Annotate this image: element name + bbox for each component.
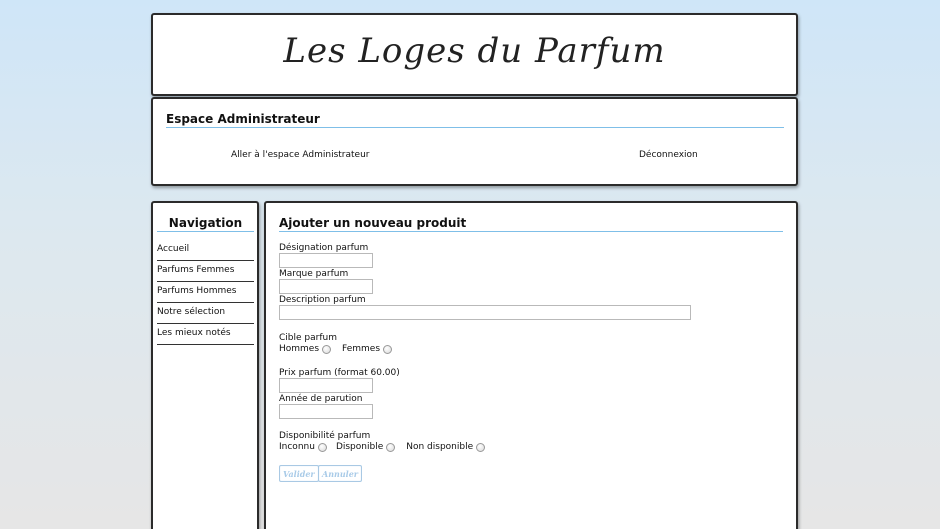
dispo-non-disponible-radio[interactable] bbox=[476, 442, 486, 452]
cible-label: Cible parfum bbox=[279, 333, 337, 343]
logout-link[interactable]: Déconnexion bbox=[639, 150, 698, 160]
description-input[interactable] bbox=[279, 305, 691, 320]
navigation-list: Accueil Parfums Femmes Parfums Hommes No… bbox=[157, 240, 254, 345]
dispo-disponible-label: Disponible bbox=[335, 442, 384, 452]
site-title: Les Loges du Parfum bbox=[283, 31, 666, 71]
dispo-option-inconnu: Inconnu bbox=[279, 442, 327, 452]
dispo-inconnu-radio[interactable] bbox=[317, 442, 327, 452]
cible-hommes-radio[interactable] bbox=[322, 344, 332, 354]
nav-item-accueil[interactable]: Accueil bbox=[157, 240, 254, 261]
dispo-inconnu-label: Inconnu bbox=[279, 442, 315, 452]
cancel-button[interactable]: Annuler bbox=[318, 465, 362, 482]
nav-item-notre-selection[interactable]: Notre sélection bbox=[157, 303, 254, 324]
nav-item-mieux-notes[interactable]: Les mieux notés bbox=[157, 324, 254, 345]
admin-panel: Espace Administrateur Aller à l'espace A… bbox=[151, 97, 798, 186]
main-panel: Ajouter un nouveau produit Désignation p… bbox=[264, 201, 798, 529]
annee-label: Année de parution bbox=[279, 394, 363, 404]
dispo-non-disponible-label: Non disponible bbox=[406, 442, 474, 452]
cible-option-hommes: Hommes bbox=[279, 344, 332, 354]
prix-label: Prix parfum (format 60.00) bbox=[279, 368, 400, 378]
nav-item-parfums-hommes[interactable]: Parfums Hommes bbox=[157, 282, 254, 303]
navigation-heading: Navigation bbox=[157, 216, 254, 232]
dispo-option-non-disponible: Non disponible bbox=[406, 442, 486, 452]
cible-femmes-label: Femmes bbox=[342, 344, 381, 354]
cible-femmes-radio[interactable] bbox=[383, 344, 393, 354]
disponibilite-radio-group: Inconnu Disponible Non disponible bbox=[279, 442, 486, 452]
description-label: Description parfum bbox=[279, 295, 366, 305]
dispo-disponible-radio[interactable] bbox=[386, 442, 396, 452]
marque-label: Marque parfum bbox=[279, 269, 349, 279]
admin-space-link[interactable]: Aller à l'espace Administrateur bbox=[231, 150, 370, 160]
dispo-option-disponible: Disponible bbox=[335, 442, 396, 452]
prix-input[interactable] bbox=[279, 378, 373, 393]
cible-option-femmes: Femmes bbox=[342, 344, 393, 354]
form-heading: Ajouter un nouveau produit bbox=[279, 216, 783, 232]
nav-item-parfums-femmes[interactable]: Parfums Femmes bbox=[157, 261, 254, 282]
annee-input[interactable] bbox=[279, 404, 373, 419]
marque-input[interactable] bbox=[279, 279, 373, 294]
designation-input[interactable] bbox=[279, 253, 373, 268]
header-panel: Les Loges du Parfum bbox=[151, 13, 798, 96]
admin-heading: Espace Administrateur bbox=[166, 112, 784, 128]
cible-hommes-label: Hommes bbox=[279, 344, 320, 354]
cible-radio-group: Hommes Femmes bbox=[279, 344, 393, 354]
designation-label: Désignation parfum bbox=[279, 243, 369, 253]
navigation-panel: Navigation Accueil Parfums Femmes Parfum… bbox=[151, 201, 259, 529]
submit-button[interactable]: Valider bbox=[279, 465, 319, 482]
disponibilite-label: Disponibilité parfum bbox=[279, 431, 371, 441]
